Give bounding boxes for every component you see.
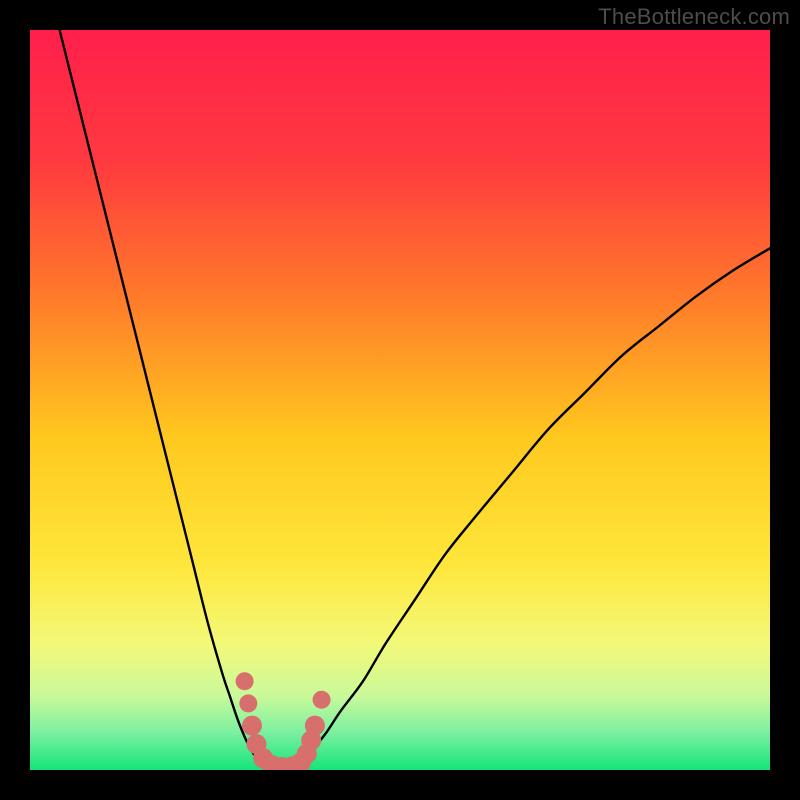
watermark-text: TheBottleneck.com bbox=[598, 4, 790, 30]
plot-area bbox=[30, 30, 770, 770]
marker-dot bbox=[239, 694, 257, 712]
marker-dot bbox=[242, 716, 262, 736]
gradient-background bbox=[30, 30, 770, 770]
chart-frame: TheBottleneck.com bbox=[0, 0, 800, 800]
marker-dot bbox=[236, 672, 254, 690]
chart-svg bbox=[30, 30, 770, 770]
marker-dot bbox=[305, 716, 325, 736]
marker-dot bbox=[313, 691, 331, 709]
